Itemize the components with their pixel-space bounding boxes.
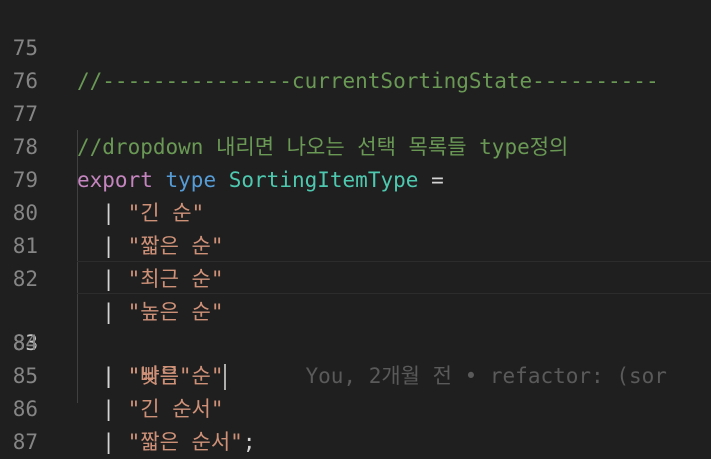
code-line-75[interactable]: 75 //---------------currentSortingState-… <box>0 0 711 93</box>
union-pipe: | <box>102 430 115 454</box>
code-line-82[interactable]: 82 | "높은 순" <box>0 230 711 324</box>
current-line-highlight <box>77 261 711 294</box>
code-line-78[interactable]: 78 export type SortingItemType = <box>0 98 711 192</box>
code-line-83-current[interactable]: 83 | "낮은 순" You, 2개월 전 • refactor: (sor <box>0 261 711 390</box>
code-line-77[interactable]: 77 //dropdown 내리면 나오는 선택 목록들 type정의 <box>0 65 711 159</box>
code-line-76[interactable]: 76 <box>0 32 711 93</box>
code-line-80[interactable]: 80 | "짧은 순" <box>0 164 711 258</box>
code-line-79[interactable]: 79 | "긴 순" <box>0 131 711 225</box>
code-line-81[interactable]: 81 | "최근 순" <box>0 197 711 291</box>
code-line-84[interactable]: 84 | "빠름" <box>0 294 711 388</box>
code-line-86[interactable]: 86 | "짧은 순서"; <box>0 360 711 454</box>
line-number: 87 <box>12 430 38 454</box>
code-line-87[interactable]: 87 <box>0 393 711 454</box>
string-literal: "짧은 순서" <box>127 430 243 454</box>
code-line-85[interactable]: 85 | "긴 순서" <box>0 327 711 421</box>
semicolon: ; <box>242 430 256 454</box>
